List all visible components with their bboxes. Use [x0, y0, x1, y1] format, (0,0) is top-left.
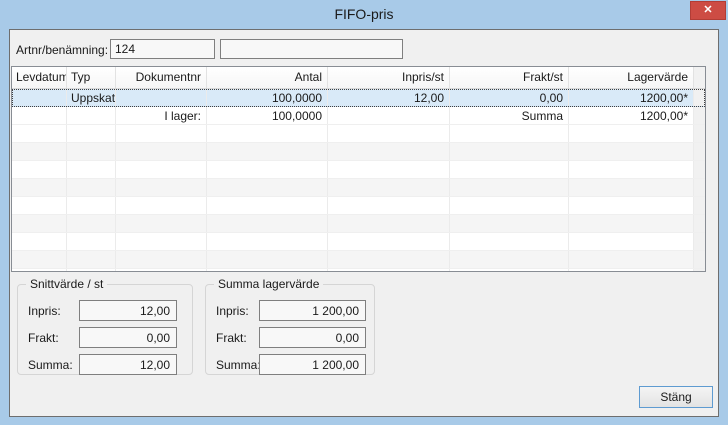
snitt-inpris-field[interactable]: 12,00	[79, 300, 177, 321]
column-header-typ[interactable]: Typ	[67, 67, 116, 88]
cell-inpris	[328, 107, 450, 124]
dialog-client-area: Artnr/benämning: Levdatum Typ Dokumentnr…	[9, 29, 719, 417]
column-header-filler	[694, 67, 705, 88]
benamning-input[interactable]	[220, 39, 403, 59]
artnr-label: Artnr/benämning:	[16, 43, 108, 57]
snitt-summa-field[interactable]: 12,00	[79, 354, 177, 375]
snittvarde-groupbox: Snittvärde / st Inpris: 12,00 Frakt: 0,0…	[17, 284, 193, 375]
table-row-ilager[interactable]: I lager: 100,0000 Summa 1200,00*	[12, 107, 705, 125]
table-row-empty	[12, 143, 705, 161]
snitt-frakt-label: Frakt:	[28, 331, 59, 345]
fifo-table: Levdatum Typ Dokumentnr Antal Inpris/st …	[11, 66, 706, 272]
table-row-empty	[12, 197, 705, 215]
cell-dokumentnr: I lager:	[116, 107, 207, 124]
cell-frakt: 0,00	[450, 89, 569, 106]
cell-lagervarde: 1200,00*	[569, 89, 694, 106]
cell-frakt: Summa	[450, 107, 569, 124]
summa-summa-field[interactable]: 1 200,00	[259, 354, 366, 375]
cell-inpris: 12,00	[328, 89, 450, 106]
close-button[interactable]: ✕	[690, 1, 726, 20]
title-bar[interactable]: FIFO-pris ✕	[0, 0, 728, 29]
cell-dokumentnr	[116, 89, 207, 106]
table-row-empty	[12, 269, 705, 272]
table-row-empty	[12, 233, 705, 251]
table-row-uppskatt[interactable]: Uppskatt 100,0000 12,00 0,00 1200,00*	[12, 89, 705, 107]
table-row-empty	[12, 251, 705, 269]
column-header-inpris[interactable]: Inpris/st	[328, 67, 450, 88]
snitt-frakt-field[interactable]: 0,00	[79, 327, 177, 348]
cell-typ	[67, 107, 116, 124]
table-row-empty	[12, 161, 705, 179]
stang-button[interactable]: Stäng	[639, 386, 713, 408]
table-row-empty	[12, 125, 705, 143]
table-row-empty	[12, 215, 705, 233]
cell-antal: 100,0000	[207, 107, 328, 124]
table-row-empty	[12, 179, 705, 197]
close-icon: ✕	[703, 5, 712, 16]
column-header-levdatum[interactable]: Levdatum	[12, 67, 67, 88]
column-header-lagervarde[interactable]: Lagervärde	[569, 67, 694, 88]
table-header-row: Levdatum Typ Dokumentnr Antal Inpris/st …	[12, 67, 705, 89]
snitt-summa-label: Summa:	[28, 358, 73, 372]
snittvarde-title: Snittvärde / st	[26, 277, 107, 291]
cell-antal: 100,0000	[207, 89, 328, 106]
summa-inpris-label: Inpris:	[216, 304, 249, 318]
dialog-title: FIFO-pris	[0, 6, 728, 22]
cell-lagervarde: 1200,00*	[569, 107, 694, 124]
cell-typ: Uppskatt	[67, 89, 116, 106]
summa-lagervarde-title: Summa lagervärde	[214, 277, 323, 291]
summa-inpris-field[interactable]: 1 200,00	[259, 300, 366, 321]
summa-frakt-field[interactable]: 0,00	[259, 327, 366, 348]
snitt-inpris-label: Inpris:	[28, 304, 61, 318]
summa-frakt-label: Frakt:	[216, 331, 247, 345]
summa-summa-label: Summa:	[216, 358, 261, 372]
table-body: Uppskatt 100,0000 12,00 0,00 1200,00* I …	[12, 89, 705, 272]
column-header-antal[interactable]: Antal	[207, 67, 328, 88]
fifo-pris-dialog: FIFO-pris ✕ Artnr/benämning: Levdatum Ty…	[0, 0, 728, 425]
cell-levdatum	[12, 107, 67, 124]
column-header-dokumentnr[interactable]: Dokumentnr	[116, 67, 207, 88]
summa-lagervarde-groupbox: Summa lagervärde Inpris: 1 200,00 Frakt:…	[205, 284, 375, 375]
column-header-frakt[interactable]: Frakt/st	[450, 67, 569, 88]
cell-levdatum	[12, 89, 67, 106]
artnr-input[interactable]	[110, 39, 215, 59]
